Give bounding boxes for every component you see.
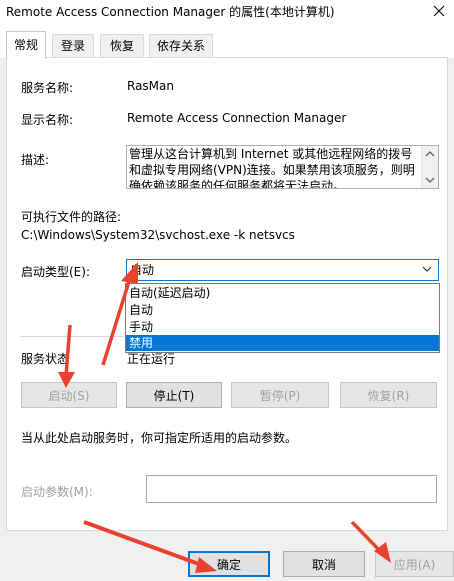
exe-path-label: 可执行文件的路径: xyxy=(21,210,122,224)
scroll-down-icon[interactable] xyxy=(422,173,438,187)
description-text: 管理从这台计算机到 Internet 或其他远程网络的拨号和虚拟专用网络(VPN… xyxy=(129,147,415,189)
start-button[interactable]: 启动(S) xyxy=(21,382,117,408)
startup-type-dropdown: 自动(延迟启动) 自动 手动 禁用 xyxy=(125,283,440,353)
cancel-button[interactable]: 取消 xyxy=(283,551,365,577)
start-params-label: 启动参数(M): xyxy=(21,485,93,499)
description-box[interactable]: 管理从这台计算机到 Internet 或其他远程网络的拨号和虚拟专用网络(VPN… xyxy=(126,145,439,189)
startup-type-value: 自动 xyxy=(130,263,155,277)
startup-type-label: 启动类型(E): xyxy=(21,265,90,279)
tab-dependencies[interactable]: 依存关系 xyxy=(149,34,213,57)
startup-option-manual[interactable]: 手动 xyxy=(126,319,439,335)
tab-general[interactable]: 常规 xyxy=(6,31,46,59)
window-title: Remote Access Connection Manager 的属性(本地计… xyxy=(6,5,335,19)
display-name-value: Remote Access Connection Manager xyxy=(127,111,347,125)
service-name-label: 服务名称: xyxy=(21,81,74,95)
tab-logon[interactable]: 登录 xyxy=(52,34,94,57)
startup-option-disabled[interactable]: 禁用 xyxy=(126,335,439,351)
close-icon xyxy=(433,5,445,17)
startup-option-auto[interactable]: 自动 xyxy=(126,302,439,318)
resume-button[interactable]: 恢复(R) xyxy=(340,382,437,408)
start-params-input[interactable] xyxy=(146,475,437,503)
start-params-hint: 当从此处启动服务时，你可指定所适用的启动参数。 xyxy=(21,431,298,445)
apply-button[interactable]: 应用(A) xyxy=(375,551,454,577)
startup-type-select[interactable]: 自动 xyxy=(126,259,439,281)
description-scrollbar[interactable] xyxy=(421,146,438,188)
service-status-label: 服务状态 xyxy=(21,352,70,366)
stop-button[interactable]: 停止(T) xyxy=(126,382,222,408)
pause-button[interactable]: 暂停(P) xyxy=(231,382,329,408)
separator xyxy=(20,336,124,337)
exe-path-value: C:\Windows\System32\svchost.exe -k netsv… xyxy=(21,228,295,242)
description-label: 描述: xyxy=(21,153,50,167)
display-name-label: 显示名称: xyxy=(21,113,74,127)
chevron-down-icon xyxy=(422,266,432,272)
service-name-value: RasMan xyxy=(127,79,174,93)
startup-option-auto-delayed[interactable]: 自动(延迟启动) xyxy=(126,285,439,301)
tab-recovery[interactable]: 恢复 xyxy=(100,34,144,57)
close-button[interactable] xyxy=(424,0,454,22)
scroll-up-icon[interactable] xyxy=(422,147,438,161)
ok-button[interactable]: 确定 xyxy=(188,551,270,577)
